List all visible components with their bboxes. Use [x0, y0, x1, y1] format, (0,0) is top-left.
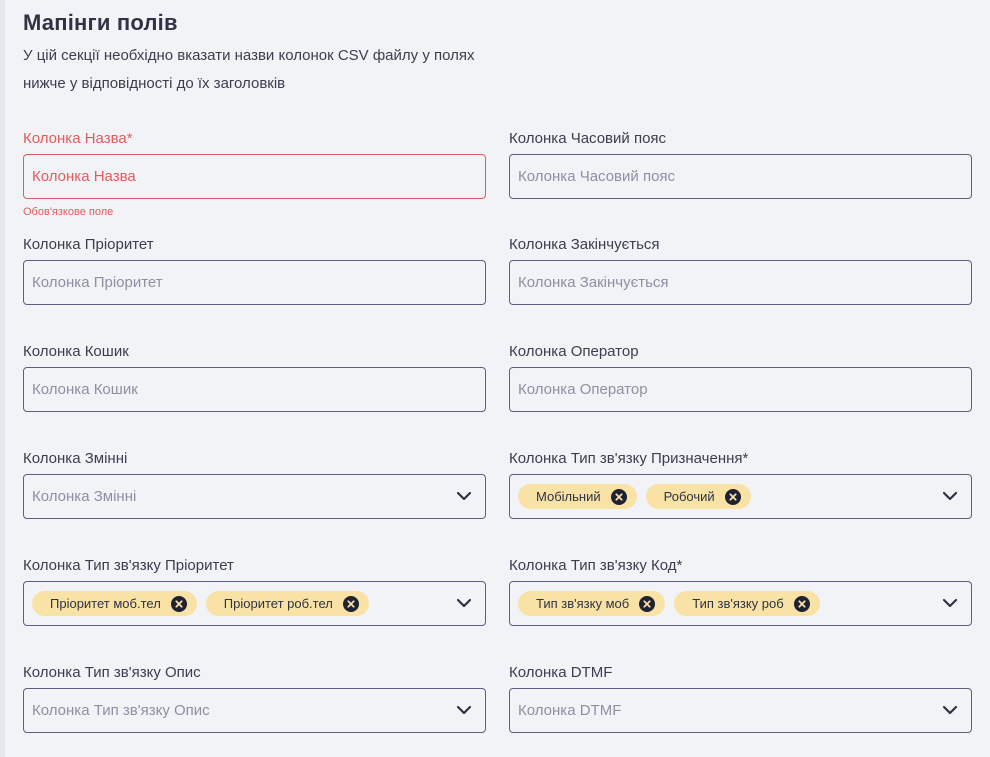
- field-comm-type-desc-label: Колонка Тип зв'язку Опис: [23, 664, 201, 681]
- field-basket-box: [23, 367, 486, 412]
- chip-label: Тип зв'язку роб: [692, 596, 784, 611]
- chip-code-work: Тип зв'язку роб: [674, 591, 820, 616]
- name-column-input[interactable]: [32, 155, 485, 198]
- field-name-error: Обов'язкове поле: [23, 206, 114, 218]
- field-ends: Колонка Закінчується: [509, 235, 972, 305]
- field-comm-type-code: Колонка Тип зв'язку Код* Тип зв'язку моб…: [509, 556, 972, 626]
- comm-type-desc-select[interactable]: Колонка Тип зв'язку Опис: [23, 688, 486, 733]
- field-variables: Колонка Змінні Колонка Змінні: [23, 449, 486, 519]
- field-priority-label: Колонка Пріоритет: [23, 236, 154, 253]
- field-name-label: Колонка Назва*: [23, 130, 133, 147]
- variables-select-placeholder: Колонка Змінні: [32, 488, 137, 505]
- field-comm-type-purpose-label: Колонка Тип зв'язку Призначення*: [509, 450, 749, 467]
- field-basket: Колонка Кошик: [23, 342, 486, 412]
- close-icon[interactable]: [610, 488, 627, 505]
- section-title: Мапінги полів: [23, 10, 178, 35]
- field-name-box: [23, 154, 486, 199]
- field-timezone-box: [509, 154, 972, 199]
- field-dtmf: Колонка DTMF Колонка DTMF: [509, 663, 972, 733]
- chevron-down-icon[interactable]: [941, 701, 959, 719]
- chip-work: Робочий: [645, 484, 751, 509]
- field-comm-type-priority: Колонка Тип зв'язку Пріоритет Пріоритет …: [23, 556, 486, 626]
- close-icon[interactable]: [724, 488, 741, 505]
- field-priority-box: [23, 260, 486, 305]
- field-ends-box: [509, 260, 972, 305]
- chevron-down-icon[interactable]: [941, 594, 959, 612]
- chip-priority-mobile: Пріоритет моб.тел: [32, 591, 197, 616]
- chip-label: Тип зв'язку моб: [536, 596, 630, 611]
- dtmf-placeholder: Колонка DTMF: [518, 702, 622, 719]
- field-operator: Колонка Оператор: [509, 342, 972, 412]
- close-icon[interactable]: [793, 595, 810, 612]
- field-timezone-label: Колонка Часовий пояс: [509, 130, 667, 147]
- field-ends-label: Колонка Закінчується: [509, 236, 660, 253]
- field-comm-type-purpose: Колонка Тип зв'язку Призначення* Мобільн…: [509, 449, 972, 519]
- field-variables-label: Колонка Змінні: [23, 450, 128, 467]
- chevron-down-icon[interactable]: [455, 594, 473, 612]
- comm-type-code-select[interactable]: Тип зв'язку моб Тип зв'язку роб: [509, 581, 972, 626]
- comm-type-desc-placeholder: Колонка Тип зв'язку Опис: [32, 702, 210, 719]
- field-priority: Колонка Пріоритет: [23, 235, 486, 305]
- chip-label: Робочий: [663, 489, 715, 504]
- field-comm-type-priority-label: Колонка Тип зв'язку Пріоритет: [23, 557, 234, 574]
- basket-column-input[interactable]: [32, 368, 485, 411]
- comm-type-purpose-select[interactable]: Мобільний Робочий: [509, 474, 972, 519]
- field-operator-box: [509, 367, 972, 412]
- field-comm-type-code-label: Колонка Тип зв'язку Код*: [509, 557, 683, 574]
- chip-mobile: Мобільний: [518, 484, 637, 509]
- field-comm-type-desc: Колонка Тип зв'язку Опис Колонка Тип зв'…: [23, 663, 486, 733]
- panel-edge: [0, 0, 5, 757]
- field-name: Колонка Назва* Обов'язкове поле: [23, 129, 486, 218]
- chip-label: Мобільний: [536, 489, 601, 504]
- close-icon[interactable]: [342, 595, 359, 612]
- chevron-down-icon[interactable]: [455, 701, 473, 719]
- variables-select[interactable]: Колонка Змінні: [23, 474, 486, 519]
- field-basket-label: Колонка Кошик: [23, 343, 129, 360]
- comm-type-priority-select[interactable]: Пріоритет моб.тел Пріоритет роб.тел: [23, 581, 486, 626]
- operator-column-input[interactable]: [518, 368, 971, 411]
- chip-priority-work: Пріоритет роб.тел: [205, 591, 369, 616]
- priority-column-input[interactable]: [32, 261, 485, 304]
- chip-label: Пріоритет роб.тел: [223, 596, 333, 611]
- timezone-column-input[interactable]: [518, 155, 971, 198]
- field-operator-label: Колонка Оператор: [509, 343, 639, 360]
- chevron-down-icon[interactable]: [455, 487, 473, 505]
- section-description: У цій секції необхідно вказати назви кол…: [23, 47, 475, 92]
- chip-code-mobile: Тип зв'язку моб: [518, 591, 666, 616]
- close-icon[interactable]: [639, 595, 656, 612]
- ends-column-input[interactable]: [518, 261, 971, 304]
- field-dtmf-label: Колонка DTMF: [509, 664, 613, 681]
- field-timezone: Колонка Часовий пояс: [509, 129, 972, 199]
- close-icon[interactable]: [170, 595, 187, 612]
- dtmf-select[interactable]: Колонка DTMF: [509, 688, 972, 733]
- chevron-down-icon[interactable]: [941, 487, 959, 505]
- chip-label: Пріоритет моб.тел: [50, 596, 161, 611]
